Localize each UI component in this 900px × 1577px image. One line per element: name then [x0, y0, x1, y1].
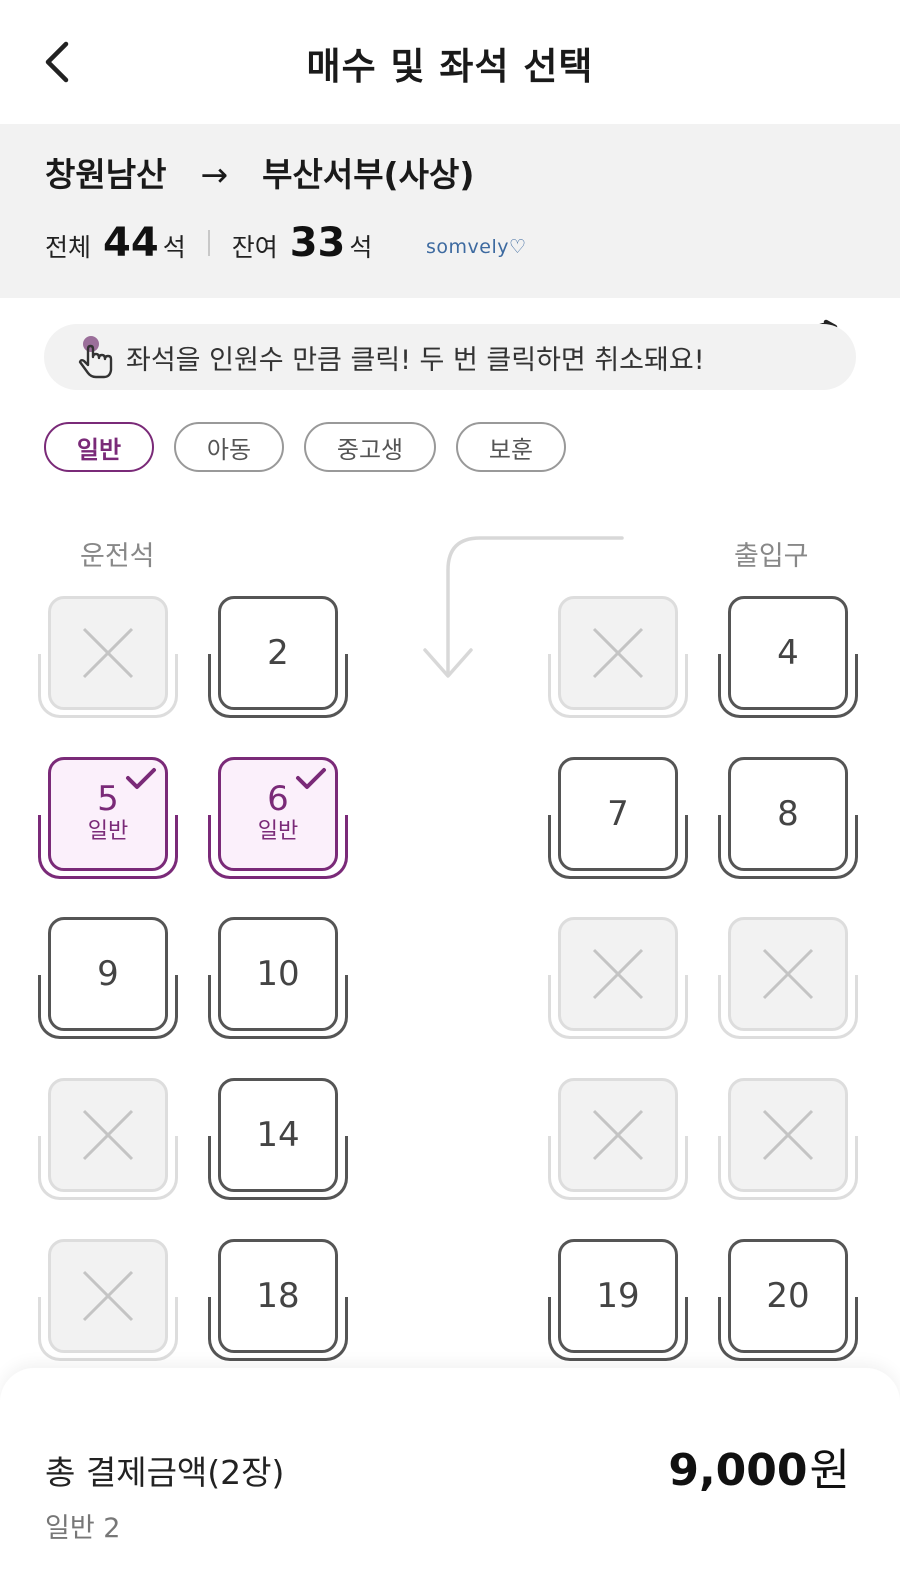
seat-11 [548, 917, 688, 1047]
sold-x-icon [82, 1109, 134, 1161]
seat-number: 20 [766, 1276, 810, 1316]
seat-cushion: 5 일반 [48, 757, 168, 871]
seat-1 [38, 596, 178, 726]
seat-passenger-type: 일반 [87, 819, 129, 844]
seat-number: 5 [97, 779, 119, 819]
seat-cushion: 8 [728, 757, 848, 871]
seat-cushion [48, 1078, 168, 1192]
seat-cushion: 18 [218, 1239, 338, 1353]
seat-20[interactable]: 20 [718, 1239, 858, 1369]
hint-text: 좌석을 인원수 만큼 클릭! 두 번 클릭하면 취소돼요! [126, 344, 705, 376]
sold-x-icon [762, 1109, 814, 1161]
seat-number: 7 [607, 794, 629, 834]
seat-3 [548, 596, 688, 726]
total-payment-label: 총 결제금액(2장) [45, 1453, 285, 1492]
seat-9[interactable]: 9 [38, 917, 178, 1047]
amount-value: 9,000 [668, 1445, 808, 1496]
seat-6[interactable]: 6 일반 [208, 757, 348, 887]
sold-x-icon [762, 948, 814, 1000]
seat-cushion: 19 [558, 1239, 678, 1353]
seat-cushion: 14 [218, 1078, 338, 1192]
seat-17 [38, 1239, 178, 1369]
seat-cushion [48, 596, 168, 710]
seat-number: 18 [256, 1276, 300, 1316]
type-chip-child[interactable]: 아동 [174, 422, 284, 472]
seat-cushion [558, 917, 678, 1031]
total-payment-amount: 9,000원 [668, 1434, 850, 1498]
seat-10[interactable]: 10 [208, 917, 348, 1047]
seat-15 [548, 1078, 688, 1208]
seat-number: 14 [256, 1115, 300, 1155]
seat-number: 6 [267, 779, 289, 819]
seat-cushion [728, 1078, 848, 1192]
seat-cushion: 7 [558, 757, 678, 871]
sold-x-icon [592, 627, 644, 679]
seat-19[interactable]: 19 [548, 1239, 688, 1369]
seat-number: 19 [596, 1276, 640, 1316]
type-chip-veteran[interactable]: 보훈 [456, 422, 566, 472]
seat-number: 10 [256, 954, 300, 994]
driver-seat-label: 운전석 [80, 541, 155, 572]
seat-2[interactable]: 2 [208, 596, 348, 726]
seat-passenger-type: 일반 [257, 819, 299, 844]
seat-5[interactable]: 5 일반 [38, 757, 178, 887]
header: 매수 및 좌석 선택 [0, 0, 900, 124]
remaining-seats-count: 33 [289, 220, 346, 266]
seat-8[interactable]: 8 [718, 757, 858, 887]
remaining-seats-label: 잔여 [231, 233, 278, 262]
sold-x-icon [592, 948, 644, 1000]
seat-cushion: 20 [728, 1239, 848, 1353]
seat-cushion [558, 596, 678, 710]
seat-16 [718, 1078, 858, 1208]
total-seats-unit: 석 [162, 233, 186, 262]
route-arrow: → [200, 155, 229, 194]
type-chip-general[interactable]: 일반 [44, 422, 154, 472]
tap-hand-icon [78, 336, 113, 379]
currency-unit: 원 [809, 1445, 850, 1496]
seat-cushion: 10 [218, 917, 338, 1031]
sold-x-icon [82, 1270, 134, 1322]
check-icon [126, 768, 156, 789]
seat-cushion: 9 [48, 917, 168, 1031]
remaining-seats-unit: 석 [349, 233, 373, 262]
seat-cushion [728, 917, 848, 1031]
origin-terminal: 창원남산 [45, 155, 167, 194]
seat-map: 운전석 출입구 2 4 5 일반 6 일반 7 8 9 10 14 18 19 20 [0, 480, 900, 1370]
brand-watermark: somvely♡ [426, 236, 527, 258]
total-seats-label: 전체 [45, 233, 92, 262]
seat-number: 9 [97, 954, 119, 994]
hint-banner: 좌석을 인원수 만큼 클릭! 두 번 클릭하면 취소돼요! [44, 324, 856, 390]
entrance-label: 출입구 [734, 541, 809, 572]
seat-cushion: 2 [218, 596, 338, 710]
route-info: 창원남산 → 부산서부(사상) 전체 44 석 잔여 33 석 somvely♡ [0, 124, 900, 362]
check-icon [296, 768, 326, 789]
route: 창원남산 → 부산서부(사상) [45, 148, 474, 196]
seat-13 [38, 1078, 178, 1208]
passenger-type-selector: 일반 아동 중고생 보훈 [44, 422, 566, 472]
divider [207, 230, 210, 256]
ticket-breakdown: 일반 2 [45, 1513, 121, 1544]
seat-cushion [48, 1239, 168, 1353]
seat-7[interactable]: 7 [548, 757, 688, 887]
seat-number: 8 [777, 794, 799, 834]
seat-cushion: 4 [728, 596, 848, 710]
type-chip-student[interactable]: 중고생 [304, 422, 436, 472]
seat-14[interactable]: 14 [208, 1078, 348, 1208]
sold-x-icon [82, 627, 134, 679]
page-title: 매수 및 좌석 선택 [306, 45, 594, 88]
payment-summary: 총 결제금액(2장) 9,000원 일반 2 [0, 1368, 900, 1577]
seat-12 [718, 917, 858, 1047]
sold-x-icon [592, 1109, 644, 1161]
destination-terminal: 부산서부(사상) [262, 155, 475, 194]
seat-counts: 전체 44 석 잔여 33 석 [45, 220, 372, 266]
seat-number: 2 [267, 633, 289, 673]
total-seats-count: 44 [103, 220, 159, 266]
seat-4[interactable]: 4 [718, 596, 858, 726]
seat-number: 4 [777, 633, 799, 673]
seat-cushion: 6 일반 [218, 757, 338, 871]
seat-cushion [558, 1078, 678, 1192]
seat-18[interactable]: 18 [208, 1239, 348, 1369]
